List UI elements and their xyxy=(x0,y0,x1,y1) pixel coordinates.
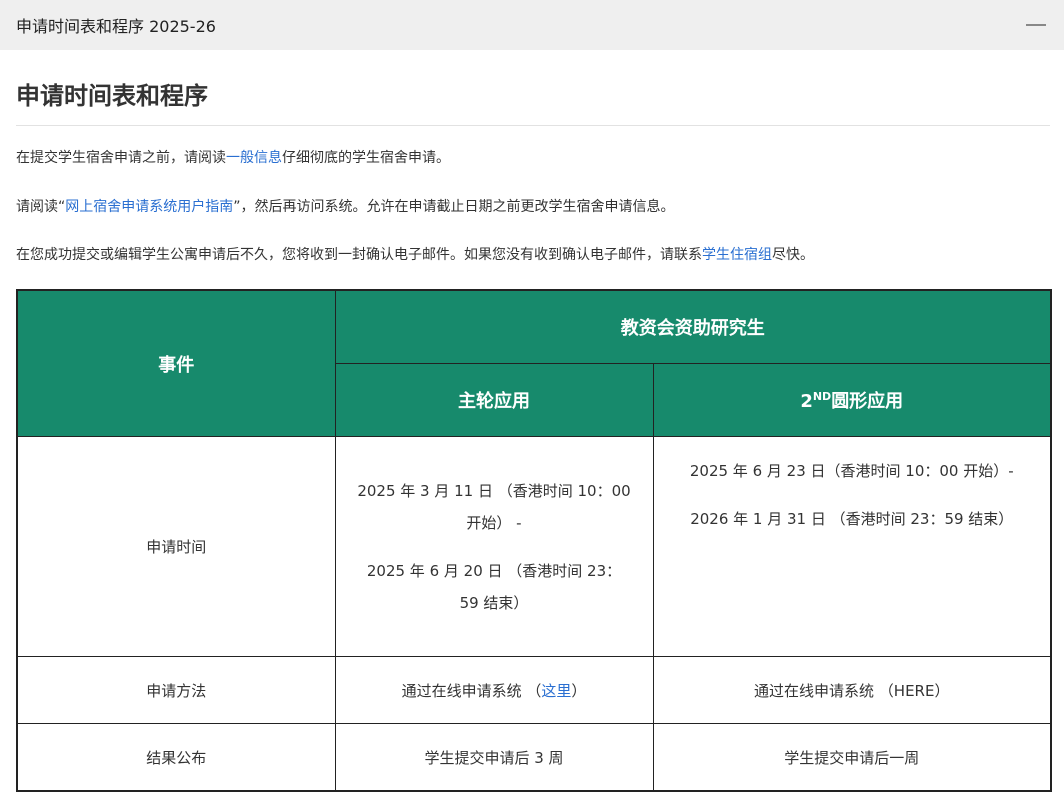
col-header-second-round: 2ND圆形应用 xyxy=(652,363,1052,437)
accordion-content: 申请时间表和程序 在提交学生宿舍申请之前，请阅读一般信息仔细彻底的学生宿舍申请。… xyxy=(0,81,1064,792)
intro-paragraph-1: 在提交学生宿舍申请之前，请阅读一般信息仔细彻底的学生宿舍申请。 xyxy=(16,148,1050,168)
result-second-cell: 学生提交申请后一周 xyxy=(652,723,1052,792)
header-sup: ND xyxy=(812,390,832,403)
row-label-time: 申请时间 xyxy=(16,436,336,657)
section-heading: 申请时间表和程序 xyxy=(16,81,1050,126)
table-row: 申请方法 通过在线申请系统 （这里） 通过在线申请系统 （HERE） xyxy=(16,656,1052,724)
intro-paragraph-3: 在您成功提交或编辑学生公寓申请后不久，您将收到一封确认电子邮件。如果您没有收到确… xyxy=(16,245,1050,265)
cell-line: 59 结束） xyxy=(459,593,529,612)
paragraph-text: 在提交学生宿舍申请之前，请阅读 xyxy=(16,150,226,166)
intro-paragraph-2: 请阅读“网上宿舍申请系统用户指南”，然后再访问系统。允许在申请截止日期之前更改学… xyxy=(16,197,1050,217)
row-label-result: 结果公布 xyxy=(16,723,336,792)
table-row: 结果公布 学生提交申请后 3 周 学生提交申请后一周 xyxy=(16,723,1052,792)
time-second-cell: 2025 年 6 月 23 日（香港时间 10：00 开始）- 2026 年 1… xyxy=(652,436,1052,657)
general-info-link[interactable]: 一般信息 xyxy=(226,150,282,166)
minus-icon[interactable] xyxy=(1026,24,1046,26)
paragraph-text: 仔细彻底的学生宿舍申请。 xyxy=(282,150,450,166)
method-second-cell: 通过在线申请系统 （HERE） xyxy=(652,656,1052,724)
accordion-header[interactable]: 申请时间表和程序 2025-26 xyxy=(0,0,1064,50)
cell-line: 2025 年 3 月 11 日 （香港时间 10：00 xyxy=(357,481,631,500)
row-label-method: 申请方法 xyxy=(16,656,336,724)
time-main-cell: 2025 年 3 月 11 日 （香港时间 10：00 开始） - 2025 年… xyxy=(334,436,654,657)
cell-text: ） xyxy=(571,681,587,700)
result-main-cell: 学生提交申请后 3 周 xyxy=(334,723,654,792)
table-row: 申请时间 2025 年 3 月 11 日 （香港时间 10：00 开始） - 2… xyxy=(16,436,1052,657)
method-main-cell: 通过在线申请系统 （这里） xyxy=(334,656,654,724)
col-header-event: 事件 xyxy=(16,289,336,437)
cell-line: 2025 年 6 月 20 日 （香港时间 23： xyxy=(366,561,622,580)
student-housing-link[interactable]: 学生住宿组 xyxy=(702,247,772,263)
user-guide-link[interactable]: 网上宿舍申请系统用户指南 xyxy=(65,199,233,215)
cell-line: 2026 年 1 月 31 日 （香港时间 23：59 结束） xyxy=(690,510,1014,528)
group-header: 教资会资助研究生 xyxy=(334,289,1052,364)
header-text: 2 xyxy=(800,391,813,412)
paragraph-text: 尽快。 xyxy=(772,247,814,263)
col-header-main-round: 主轮应用 xyxy=(334,363,654,437)
header-text: 圆形应用 xyxy=(831,391,904,412)
cell-line: 2025 年 6 月 23 日（香港时间 10：00 开始）- xyxy=(689,462,1014,480)
paragraph-text: 在您成功提交或编辑学生公寓申请后不久，您将收到一封确认电子邮件。如果您没有收到确… xyxy=(16,247,702,263)
apply-here-link[interactable]: 这里 xyxy=(541,682,571,700)
paragraph-text: ”，然后再访问系统。允许在申请截止日期之前更改学生宿舍申请信息。 xyxy=(233,199,675,215)
cell-text: 通过在线申请系统 （ xyxy=(401,681,542,700)
accordion-title: 申请时间表和程序 2025-26 xyxy=(16,17,216,36)
schedule-table: 事件 教资会资助研究生 主轮应用 2ND圆形应用 申请时间 2025 年 3 月… xyxy=(16,289,1052,792)
cell-line: 开始） - xyxy=(466,513,522,532)
paragraph-text: 请阅读“ xyxy=(16,199,66,215)
